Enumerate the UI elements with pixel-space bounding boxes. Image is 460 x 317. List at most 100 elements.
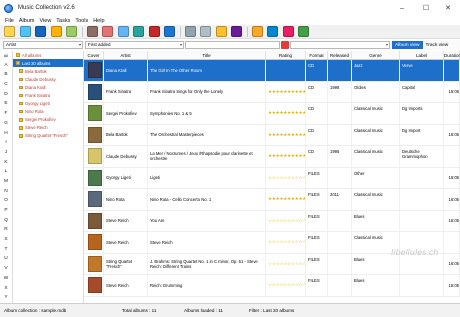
- alpha-letter[interactable]: X: [0, 284, 12, 294]
- menu-album[interactable]: Album: [19, 18, 35, 24]
- table-row[interactable]: Steve Reich You Are ☆☆☆☆☆☆☆☆☆☆ FILES Blues 16…: [84, 210, 460, 232]
- column-header[interactable]: Released: [328, 51, 352, 59]
- tree-item[interactable]: Claude Debussy: [13, 75, 83, 83]
- alpha-letter[interactable]: R: [0, 225, 12, 235]
- alpha-letter[interactable]: J: [0, 148, 12, 158]
- alpha-letter[interactable]: E: [0, 99, 12, 109]
- folder-icon: [19, 109, 23, 114]
- album-view-button[interactable]: Album view: [392, 41, 423, 49]
- released-cell: [328, 232, 352, 253]
- alpha-letter[interactable]: H: [0, 129, 12, 139]
- tree-item[interactable]: Gyorgy Ligeti: [13, 100, 83, 108]
- alpha-letter[interactable]: W: [0, 274, 12, 284]
- add-album-icon[interactable]: [50, 26, 62, 37]
- alpha-letter[interactable]: Q: [0, 216, 12, 226]
- group-by-select[interactable]: Artist ▾: [3, 41, 83, 49]
- alpha-letter[interactable]: N: [0, 187, 12, 197]
- tree-item[interactable]: Steve Reich: [13, 124, 83, 132]
- table-row[interactable]: Steve Reich Reich: Drumming ☆☆☆☆☆☆☆☆☆☆ FILE…: [84, 275, 460, 297]
- alpha-letter[interactable]: S: [0, 235, 12, 245]
- music-icon[interactable]: [231, 26, 242, 37]
- column-header[interactable]: Duration: [444, 51, 460, 59]
- alpha-letter[interactable]: F: [0, 109, 12, 119]
- alpha-letter[interactable]: O: [0, 196, 12, 206]
- alpha-letter[interactable]: U: [0, 254, 12, 264]
- export-icon[interactable]: [102, 26, 113, 37]
- menu-tools[interactable]: Tools: [75, 18, 88, 24]
- alpha-letter[interactable]: All: [0, 51, 12, 61]
- lock-icon[interactable]: [215, 26, 227, 37]
- column-header[interactable]: Title: [148, 51, 266, 59]
- alpha-letter[interactable]: P: [0, 206, 12, 216]
- column-header[interactable]: Cover: [84, 51, 104, 59]
- globe-icon[interactable]: [267, 26, 278, 37]
- grid-icon[interactable]: [298, 26, 309, 37]
- tree-item[interactable]: Bela Bartok: [13, 67, 83, 75]
- column-header[interactable]: Artist: [104, 51, 148, 59]
- menu-view[interactable]: View: [39, 18, 51, 24]
- rating-cell: ☆☆☆☆☆☆☆☆☆☆: [266, 275, 306, 296]
- alpha-letter[interactable]: Y: [0, 293, 12, 303]
- tree-item[interactable]: String Quartet "Fresch": [13, 132, 83, 140]
- menu-tasks[interactable]: Tasks: [56, 18, 70, 24]
- alpha-letter[interactable]: T: [0, 245, 12, 255]
- alpha-letter[interactable]: M: [0, 177, 12, 187]
- table-row[interactable]: Nino Rota Nino Rota - Cello Concerto No. …: [84, 189, 460, 211]
- tree-item[interactable]: Diana Krall: [13, 83, 83, 91]
- table-row[interactable]: Bela Bartok The Orchestral Masterpieces ★★…: [84, 124, 460, 146]
- field-select[interactable]: ▾: [290, 41, 390, 49]
- search-icon[interactable]: [66, 26, 77, 37]
- alpha-letter[interactable]: V: [0, 264, 12, 274]
- menu-bar: File Album View Tasks Tools Help: [0, 16, 460, 25]
- stats-icon[interactable]: [148, 26, 160, 37]
- tree-item[interactable]: Last 20 albums: [13, 59, 83, 68]
- alpha-letter[interactable]: K: [0, 158, 12, 168]
- album-tree: All albums Last 20 albums Bela Bartok Claud…: [13, 51, 84, 303]
- table-row[interactable]: Frank Sinatra Frank Sinatra Sings for Onl…: [84, 81, 460, 103]
- user-icon[interactable]: [282, 26, 294, 37]
- tree-item[interactable]: Frank Sinatra: [13, 91, 83, 99]
- alpha-letter[interactable]: I: [0, 138, 12, 148]
- track-view-button[interactable]: Track view: [423, 41, 452, 49]
- menu-file[interactable]: File: [5, 18, 14, 24]
- table-row[interactable]: Sergei Prokofiev Symphonies No. 1 & 5 ★★★★…: [84, 103, 460, 125]
- maximize-icon[interactable]: ☐: [414, 0, 438, 16]
- grid-header: Cover Artist Title Rating Format Released Genr…: [84, 51, 460, 60]
- table-row[interactable]: Gyorgy Ligeti Ligeti ☆☆☆☆☆☆☆☆☆☆ FILES Other 1…: [84, 167, 460, 189]
- alpha-letter[interactable]: C: [0, 80, 12, 90]
- tree-item[interactable]: Nino Rota: [13, 108, 83, 116]
- edit-icon[interactable]: [164, 26, 175, 37]
- minimize-icon[interactable]: –: [390, 0, 414, 16]
- print-icon[interactable]: [184, 26, 196, 37]
- menu-help[interactable]: Help: [93, 18, 104, 24]
- alpha-letter[interactable]: G: [0, 119, 12, 129]
- clear-filter-icon[interactable]: [281, 41, 289, 49]
- column-header[interactable]: Format: [306, 51, 328, 59]
- cover-icon[interactable]: [133, 26, 144, 37]
- table-row[interactable]: Claude Debussy La Mer / Nocturnes / Jeux …: [84, 146, 460, 168]
- column-header[interactable]: Genre: [352, 51, 400, 59]
- search-web-icon[interactable]: [86, 26, 98, 37]
- save-icon[interactable]: [35, 26, 46, 37]
- alpha-letter[interactable]: A: [0, 61, 12, 71]
- sort-select[interactable]: First added ▾: [85, 41, 184, 49]
- alpha-letter[interactable]: B: [0, 70, 12, 80]
- tree-item-label: String Quartet "Fresch": [25, 133, 69, 139]
- alpha-letter[interactable]: L: [0, 167, 12, 177]
- settings-icon[interactable]: [200, 26, 211, 37]
- open-icon[interactable]: [19, 26, 31, 37]
- column-header[interactable]: Rating: [266, 51, 306, 59]
- released-cell: 2011: [328, 189, 352, 210]
- close-icon[interactable]: ✕: [436, 0, 460, 16]
- tree-item[interactable]: All albums: [13, 51, 83, 59]
- search-input[interactable]: [185, 41, 280, 49]
- table-row[interactable]: Diana Krall The Girl In The Other Room CD J…: [84, 60, 460, 82]
- tree-item-label: Nino Rota: [25, 109, 44, 115]
- new-icon[interactable]: [4, 26, 15, 37]
- alpha-letter[interactable]: D: [0, 90, 12, 100]
- tree-item-label: Last 20 albums: [22, 60, 51, 66]
- import-icon[interactable]: [117, 26, 129, 37]
- star-icon[interactable]: [251, 26, 263, 37]
- tree-item[interactable]: Sergei Prokofiev: [13, 116, 83, 124]
- column-header[interactable]: Label: [400, 51, 444, 59]
